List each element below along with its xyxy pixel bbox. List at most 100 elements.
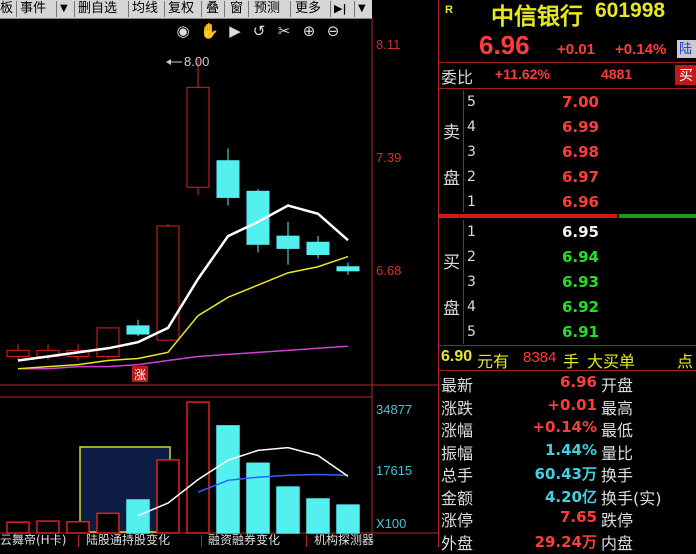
bid-price: 6.94 [561,248,599,266]
toolbar-separator [354,1,355,17]
tick-quantity-unit: 手 [563,354,580,371]
ma5-line [17,204,349,362]
chart-tools: ◉ ✋ ▶ ↺ ✂ ⊕ ⊖ [170,20,370,42]
stat-label-right: 量比 [601,443,634,463]
tab-margin-trading[interactable]: 融资融券变化 [208,534,302,547]
eye-icon[interactable]: ◉ [174,20,192,42]
sell-side-label-1: 卖 [443,123,460,143]
toolbar-events[interactable]: 事件 [20,0,46,18]
stat-value: 29.24万 [534,532,597,551]
weibi-label: 委比 [441,70,474,87]
bid-level: 2 [467,249,476,265]
tab-separator [78,535,79,547]
candle-body [186,86,210,188]
price-axis-label-mid: 7.39 [376,150,401,165]
high-annotation-label: 8.00 [184,54,209,69]
stock-name: 中信银行 [491,4,583,30]
tab-indicator-1[interactable]: 云舞帝(H卡) [0,534,74,547]
price-change: +0.01 [557,41,595,58]
bid-level: 3 [467,274,476,290]
stat-value: 6.96 [559,373,597,391]
candle-body [156,225,180,341]
divider [439,345,696,346]
tick-tail: 点 [677,354,694,371]
toolbar-adjust-rights[interactable]: 复权 [168,0,194,18]
undo-icon[interactable]: ↺ [250,20,268,42]
scissors-icon[interactable]: ✂ [275,20,293,42]
tick-unit: 元有 [477,354,510,371]
volume-bar [246,462,270,534]
tick-quantity: 8384 [523,349,557,366]
stat-label: 最新 [441,376,474,395]
stat-label-right: 换手 [601,466,634,485]
price-change-pct: +0.14% [615,41,667,58]
bid-level: 1 [467,224,476,240]
bid-level: 5 [467,324,476,340]
toolbar-separator [16,1,17,17]
weicha-value: 4881 [601,66,633,82]
hand-icon[interactable]: ✋ [200,20,219,42]
toolbar-plate[interactable]: 板 [0,0,13,18]
stat-label-right: 最高 [601,398,634,418]
toolbar-separator [74,1,75,17]
stat-label: 涨跌 [441,398,474,418]
quote-panel: R 中信银行 601998 6.96 +0.01 +0.14% 陆 委比 +11… [438,0,696,553]
toolbar-forecast[interactable]: 预测 [254,0,280,18]
stat-value: +0.14% [532,418,597,436]
tab-northbound-holdings[interactable]: 陆股通持股变化 [86,534,198,547]
quote-badge: R [445,4,453,16]
toolbar-moving-average[interactable]: 均线 [132,0,158,18]
ask-level: 2 [467,169,476,185]
toolbar-more[interactable]: 更多 [295,0,321,18]
candle-body [276,235,300,249]
price-axis-label-low: 6.68 [376,263,401,278]
toolbar-remove-watchlist[interactable]: 删自选 [78,0,117,18]
high-annotation-arrow [166,59,171,65]
volume-bar [186,401,210,534]
stat-label-right: 开盘 [601,376,634,395]
volume-bar [36,520,60,534]
buy-divider [463,220,464,344]
zoom-in-icon[interactable]: ⊕ [300,20,318,42]
chart-toolbar: 板 事件 ▼ 删自选 均线 复权 叠 窗 预测 更多 ▶| ▼ [0,0,372,19]
play-icon[interactable]: ▶ [226,20,244,42]
stat-value: 4.20亿 [544,487,597,506]
ask-level: 4 [467,119,476,135]
kline-chart[interactable]: 8.11 7.39 6.68 34877 17615 X100 8.00 涨 [0,0,438,547]
weicha-tag: 买 [675,65,696,85]
ask-level: 1 [467,194,476,210]
volume-axis-label-high: 34877 [376,402,412,417]
ask-level: 3 [467,144,476,160]
toolbar-events-dropdown-icon[interactable]: ▼ [60,0,68,18]
price-series [6,58,360,370]
volume-bar [6,521,30,534]
zoom-out-icon[interactable]: ⊖ [324,20,342,42]
volume-bar [126,499,150,534]
candle-body [6,349,30,357]
toolbar-separator [330,1,331,17]
toolbar-separator [164,1,165,17]
stat-label-right: 内盘 [601,533,634,553]
ask-price: 6.98 [561,143,599,161]
volume-axis-label-mid: 17615 [376,463,412,478]
stat-label: 金额 [441,488,474,508]
divider [439,88,696,89]
stat-value: 7.65 [559,508,597,526]
toolbar-overlay[interactable]: 叠 [206,0,219,18]
buy-side-label-2: 盘 [443,299,460,319]
bid-price: 6.93 [561,273,599,291]
stock-code: 601998 [595,0,666,22]
bid-price: 6.92 [561,298,599,316]
stat-label: 涨幅 [441,421,474,440]
toolbar-expand-icon[interactable]: ▶| [334,0,346,18]
tab-separator [201,535,202,547]
toolbar-expand-dropdown-icon[interactable]: ▼ [358,0,366,18]
toolbar-separator [224,1,225,17]
ask-price: 6.97 [561,168,599,186]
toolbar-window[interactable]: 窗 [230,0,243,18]
tab-separator [306,535,307,547]
toolbar-separator [248,1,249,17]
divider [439,370,696,371]
ask-level: 5 [467,94,476,110]
tab-institution-detector[interactable]: 机构探测器 [314,534,384,547]
